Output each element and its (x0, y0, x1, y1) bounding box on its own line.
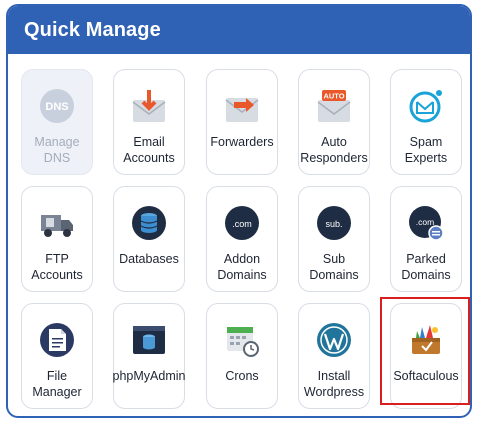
panel-title: Quick Manage (24, 18, 161, 41)
email-accounts-icon (131, 88, 167, 124)
tile-label: Auto Responders (300, 135, 368, 165)
svg-text:sub.: sub. (325, 219, 342, 229)
softaculous-icon (408, 322, 444, 358)
tile-install-wordpress[interactable]: Install Wordpress (298, 303, 370, 409)
forwarders-icon (224, 88, 260, 124)
svg-text:DNS: DNS (45, 101, 68, 113)
tile-email-accounts[interactable]: Email Accounts (113, 69, 185, 175)
svg-text:.com: .com (416, 217, 434, 227)
tile-file-manager[interactable]: File Manager (21, 303, 93, 409)
tile-label: Install Wordpress (303, 369, 365, 399)
tile-label: Parked Domains (401, 252, 451, 282)
database-icon (131, 205, 167, 241)
addon-domain-icon: .com (224, 205, 260, 241)
tile-addon-domains[interactable]: .com Addon Domains (206, 186, 278, 292)
tile-label: File Manager (32, 369, 82, 399)
wordpress-icon (316, 322, 352, 358)
parked-domain-icon: .com (408, 205, 444, 241)
tile-label: Email Accounts (123, 135, 175, 165)
tile-label: Manage DNS (34, 135, 80, 165)
tile-label: FTP Accounts (31, 252, 83, 282)
calendar-clock-icon (224, 322, 260, 358)
tile-label: Spam Experts (404, 135, 448, 165)
tile-ftp-accounts[interactable]: FTP Accounts (21, 186, 93, 292)
tile-label: Addon Domains (217, 252, 267, 282)
sub-domain-icon: sub. (316, 205, 352, 241)
tile-softaculous[interactable]: Softaculous (390, 303, 462, 409)
tile-forwarders[interactable]: Forwarders (206, 69, 278, 175)
tile-spam-experts[interactable]: Spam Experts (390, 69, 462, 175)
tile-sub-domains[interactable]: sub. Sub Domains (298, 186, 370, 292)
spam-experts-icon (408, 88, 444, 124)
ftp-truck-icon (39, 205, 75, 241)
tile-label: Databases (119, 252, 179, 266)
auto-responders-icon: AUTO (316, 88, 352, 124)
tile-crons[interactable]: Crons (206, 303, 278, 409)
tile-label: Sub Domains (309, 252, 359, 282)
tile-grid: DNS Manage DNS Email Accounts Forwarders… (8, 54, 470, 416)
phpmyadmin-icon (131, 322, 167, 358)
file-manager-icon (39, 322, 75, 358)
tile-databases[interactable]: Databases (113, 186, 185, 292)
quick-manage-panel: Quick Manage DNS Manage DNS Email Accoun… (6, 4, 472, 418)
tile-label: Softaculous (393, 369, 459, 383)
svg-text:.com: .com (232, 219, 252, 229)
tile-label: Crons (225, 369, 259, 383)
tile-manage-dns: DNS Manage DNS (21, 69, 93, 175)
svg-text:AUTO: AUTO (323, 92, 344, 101)
dns-icon: DNS (39, 88, 75, 124)
tile-parked-domains[interactable]: .com Parked Domains (390, 186, 462, 292)
tile-auto-responders[interactable]: AUTO Auto Responders (298, 69, 370, 175)
tile-label: phpMyAdmin (112, 369, 186, 383)
panel-header: Quick Manage (8, 6, 470, 54)
tile-phpmyadmin[interactable]: phpMyAdmin (113, 303, 185, 409)
tile-label: Forwarders (210, 135, 274, 149)
